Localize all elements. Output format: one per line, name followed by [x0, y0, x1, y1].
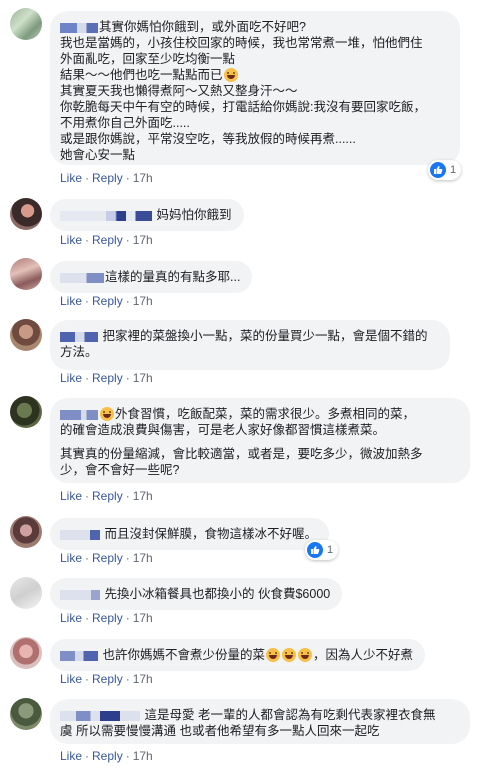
- reply-button[interactable]: Reply: [92, 233, 123, 247]
- like-button[interactable]: Like: [60, 233, 82, 247]
- commenter-name[interactable]: [60, 272, 104, 283]
- comment-text: 或是跟你媽說，平常沒空吃，等我放假的時候再煮......: [60, 132, 356, 146]
- comment-text: 虞 所以需要慢慢溝通 也或者他希望有多一點人回來一起吃: [60, 724, 380, 738]
- like-button[interactable]: Like: [60, 749, 82, 763]
- comment-text: 把家裡的菜盤換小一點，菜的份量買少一點，會是個不錯的: [60, 328, 438, 344]
- comment-actions: Like · Reply · 17h: [60, 171, 153, 185]
- grin-emoji-icon: [223, 68, 238, 82]
- comment-text: 少，會不會好一些呢?: [60, 463, 180, 477]
- reply-button[interactable]: Reply: [92, 611, 123, 625]
- comment-text: 其實夏天我也懶得煮阿～又熱又整身汗～～: [60, 84, 298, 98]
- comment-bubble: 這是母愛 老一輩的人都會認為有吃剩代表家裡衣食無 虞 所以需要慢慢溝通 也或者他…: [50, 699, 470, 744]
- comment-text: 其實真的份量縮減，會比較適當，或者是，要吃多少，微波加熱多: [60, 447, 423, 461]
- comment-actions: Like · Reply · 17h: [60, 551, 153, 565]
- like-button[interactable]: Like: [60, 294, 82, 308]
- comment-actions: Like · Reply · 17h: [60, 294, 153, 308]
- reaction-count[interactable]: 1: [305, 540, 339, 560]
- comment-actions: Like · Reply · 17h: [60, 749, 153, 763]
- like-button[interactable]: Like: [60, 551, 82, 565]
- timestamp[interactable]: 17h: [133, 749, 153, 763]
- reply-button[interactable]: Reply: [92, 551, 123, 565]
- comment-actions: Like · Reply · 17h: [60, 371, 153, 385]
- laughing-emoji-icon: [298, 648, 312, 662]
- reply-button[interactable]: Reply: [92, 489, 123, 503]
- comment-text: 先換小冰箱餐具也都換小的 伙食費$6000: [60, 586, 330, 602]
- timestamp[interactable]: 17h: [133, 233, 153, 247]
- like-reaction-icon: [307, 542, 323, 558]
- like-button[interactable]: Like: [60, 611, 82, 625]
- avatar[interactable]: [10, 198, 42, 230]
- comment-text: 結果～～他們也吃一點點而已: [60, 67, 448, 83]
- comment-text: 你乾脆每天中午有空的時候，打電話給你媽說:我沒有要回家吃飯，: [60, 100, 426, 114]
- avatar[interactable]: [10, 8, 42, 40]
- comment-text: 外面亂吃，回家至少吃均衡一點: [60, 52, 236, 66]
- comment-text: 不用煮你自己外面吃.....: [60, 116, 190, 130]
- avatar[interactable]: [10, 258, 42, 290]
- commenter-name[interactable]: [60, 331, 98, 342]
- comment-bubble: 也許你媽媽不會煮少份量的菜 ，因為人少不好煮: [50, 639, 426, 671]
- timestamp[interactable]: 17h: [133, 551, 153, 565]
- comment-text: 我也是當媽的，小孩住校回家的時候，我也常常煮一堆，怕他們住: [60, 36, 423, 50]
- commenter-name[interactable]: [60, 409, 98, 420]
- like-button[interactable]: Like: [60, 672, 82, 686]
- reply-button[interactable]: Reply: [92, 171, 123, 185]
- comment-actions: Like · Reply · 17h: [60, 672, 153, 686]
- comment-text: 這樣的量真的有點多耶...: [60, 269, 240, 285]
- avatar[interactable]: [10, 516, 42, 548]
- comment-bubble: 外食習慣，吃飯配菜，菜的需求很少。多煮相同的菜， 的確會造成浪費與傷害，可是老人…: [50, 398, 470, 483]
- comment-text: 的確會造成浪費與傷害，可是老人家好像都習慣這樣煮菜。: [60, 423, 386, 437]
- comment-text: 她會心安一點: [60, 148, 136, 162]
- like-button[interactable]: Like: [60, 371, 82, 385]
- avatar[interactable]: [10, 577, 42, 609]
- grin-emoji-icon: [100, 407, 114, 421]
- timestamp[interactable]: 17h: [133, 489, 153, 503]
- comment-bubble: 這樣的量真的有點多耶...: [50, 261, 253, 293]
- avatar[interactable]: [10, 396, 42, 428]
- comment-text: [60, 438, 458, 446]
- commenter-name[interactable]: [60, 589, 100, 600]
- commenter-name[interactable]: [60, 710, 140, 721]
- comment-text: 這是母愛 老一輩的人都會認為有吃剩代表家裡衣食無: [60, 707, 458, 723]
- comment-bubble: 其實你媽怕你餓到，或外面吃不好吧? 我也是當媽的，小孩住校回家的時候，我也常常煮…: [50, 11, 460, 165]
- comment-bubble: 妈妈怕你餓到: [50, 199, 244, 231]
- reply-button[interactable]: Reply: [92, 672, 123, 686]
- like-button[interactable]: Like: [60, 171, 82, 185]
- like-reaction-icon: [430, 162, 446, 178]
- comment-text: 其實你媽怕你餓到，或外面吃不好吧?: [60, 19, 448, 35]
- reaction-count[interactable]: 1: [428, 160, 462, 180]
- comment-text: 而且沒封保鮮膜，食物這樣冰不好喔。: [60, 526, 317, 542]
- commenter-name[interactable]: [60, 22, 98, 33]
- comment-actions: Like · Reply · 17h: [60, 233, 153, 247]
- comment-actions: Like · Reply · 17h: [60, 489, 153, 503]
- comment-text: 也許你媽媽不會煮少份量的菜 ，因為人少不好煮: [60, 647, 413, 663]
- commenter-name[interactable]: [60, 529, 100, 540]
- avatar[interactable]: [10, 637, 42, 669]
- comment-text: 方法。: [60, 345, 98, 359]
- avatar[interactable]: [10, 319, 42, 351]
- comment-actions: Like · Reply · 17h: [60, 611, 153, 625]
- commenter-name[interactable]: [60, 210, 152, 221]
- avatar[interactable]: [10, 698, 42, 730]
- comment-text: 妈妈怕你餓到: [60, 207, 232, 223]
- reply-button[interactable]: Reply: [92, 371, 123, 385]
- comment-bubble: 把家裡的菜盤換小一點，菜的份量買少一點，會是個不錯的 方法。: [50, 320, 450, 370]
- reply-button[interactable]: Reply: [92, 749, 123, 763]
- timestamp[interactable]: 17h: [133, 371, 153, 385]
- timestamp[interactable]: 17h: [133, 294, 153, 308]
- comment-bubble: 而且沒封保鮮膜，食物這樣冰不好喔。: [50, 518, 329, 550]
- laughing-emoji-icon: [282, 648, 296, 662]
- commenter-name[interactable]: [60, 650, 98, 661]
- reply-button[interactable]: Reply: [92, 294, 123, 308]
- comment-text: 外食習慣，吃飯配菜，菜的需求很少。多煮相同的菜，: [60, 406, 458, 422]
- timestamp[interactable]: 17h: [133, 611, 153, 625]
- laughing-emoji-icon: [266, 648, 280, 662]
- timestamp[interactable]: 17h: [133, 171, 153, 185]
- comment-bubble: 先換小冰箱餐具也都換小的 伙食費$6000: [50, 578, 343, 610]
- timestamp[interactable]: 17h: [133, 672, 153, 686]
- like-button[interactable]: Like: [60, 489, 82, 503]
